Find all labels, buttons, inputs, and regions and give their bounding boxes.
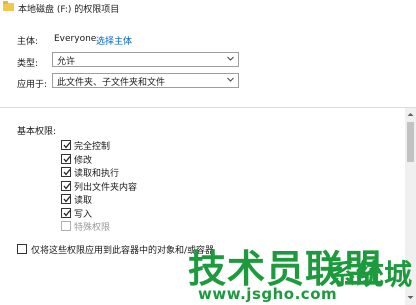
type-value: 允许 [57, 57, 76, 67]
chevron-down-icon [227, 76, 234, 83]
folder-icon [3, 1, 14, 11]
checkmark-icon [63, 142, 71, 149]
apply-only-checkbox[interactable] [17, 244, 27, 254]
permission-label: 读取和执行 [74, 169, 120, 179]
checkmark-icon [63, 155, 71, 163]
watermark-suffix: 系统城 [328, 258, 413, 291]
scroll-thumb[interactable] [407, 122, 414, 162]
permission-checkbox[interactable] [61, 167, 71, 177]
principal-label: 主体: [17, 37, 39, 47]
apply-only-label: 仅将这些权限应用到此容器中的对象和/或容器 [31, 246, 215, 256]
applies-to-value: 此文件夹、子文件夹和文件 [57, 78, 166, 88]
watermark-url: www.jsgho.com [198, 285, 338, 303]
permission-label: 完全控制 [74, 142, 111, 152]
permission-checkbox [61, 221, 71, 231]
title-bar: 本地磁盘 (F:) 的权限项目 [0, 0, 416, 16]
permission-checkbox[interactable] [61, 180, 71, 191]
checkmark-icon [63, 182, 71, 190]
select-principal-link[interactable]: 选择主体 [96, 34, 132, 47]
applies-to-label: 应用于: [17, 80, 48, 90]
section-divider [0, 107, 416, 108]
type-dropdown[interactable]: 允许 [52, 52, 239, 67]
scroll-up-icon[interactable] [407, 111, 414, 118]
permission-label: 特殊权限 [74, 223, 111, 233]
permission-label: 修改 [74, 155, 93, 166]
principal-value: Everyone [54, 34, 97, 44]
basic-permissions-header: 基本权限: [17, 127, 57, 137]
type-label: 类型: [17, 59, 39, 69]
window-title: 本地磁盘 (F:) 的权限项目 [18, 5, 120, 15]
checkmark-icon [63, 196, 71, 203]
checkmark-icon [63, 209, 71, 217]
permission-checkbox[interactable] [61, 207, 71, 218]
permission-checkbox[interactable] [61, 194, 71, 204]
permission-checkbox[interactable] [61, 140, 71, 150]
checkmark-icon [63, 169, 71, 176]
scroll-down-icon[interactable] [407, 294, 414, 301]
chevron-down-icon [227, 55, 234, 62]
permission-checkbox[interactable] [61, 153, 71, 164]
permission-label: 列出文件夹内容 [74, 182, 138, 193]
permission-label: 读取 [74, 196, 93, 206]
permission-label: 写入 [74, 209, 93, 220]
applies-to-dropdown[interactable]: 此文件夹、子文件夹和文件 [52, 73, 239, 88]
